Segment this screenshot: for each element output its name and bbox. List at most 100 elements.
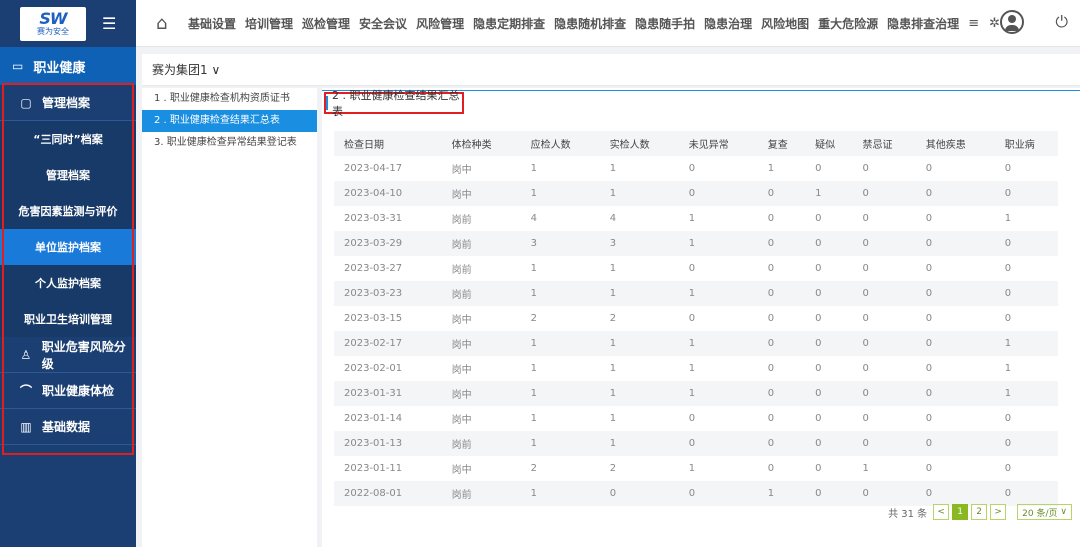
table-cell: 1 (688, 463, 696, 474)
table-cell: 1 (609, 188, 617, 199)
table-row[interactable]: 2023-03-23 岗前 1 1 1 0 0 0 0 0 (334, 281, 1058, 306)
nav-item-inspection[interactable]: 巡检管理 (302, 15, 350, 32)
table-cell: 0 (1004, 263, 1012, 274)
page-button-1[interactable]: 1 (952, 504, 969, 520)
table-cell: 0 (767, 263, 775, 274)
table-row[interactable]: 2023-04-17 岗中 1 1 0 1 0 0 0 0 (334, 156, 1058, 181)
col-header[interactable]: 其他疾患 (916, 131, 995, 156)
sidebar-item-management-archive[interactable]: 管理档案 (0, 157, 136, 193)
sidebar-group-archive[interactable]: ▢ 管理档案 (0, 85, 136, 121)
table-cell: 岗前 (451, 490, 472, 501)
more-icon[interactable]: ≡ (968, 16, 979, 31)
col-header[interactable]: 未见异常 (679, 131, 758, 156)
sidebar-title[interactable]: ▭ 职业健康 (0, 47, 136, 85)
table-cell: 0 (1004, 163, 1012, 174)
table-cell: 0 (815, 313, 822, 324)
nav-item-periodic-check[interactable]: 隐患定期排查 (473, 15, 545, 32)
nav-item-major-hazard[interactable]: 重大危险源 (818, 15, 878, 32)
table-row[interactable]: 2023-02-01 岗中 1 1 1 0 0 0 0 1 (334, 356, 1058, 381)
sidebar-group-base-data[interactable]: ▥ 基础数据 (0, 409, 136, 445)
table-cell: 1 (688, 388, 696, 399)
nav-item-safety-meeting[interactable]: 安全会议 (359, 15, 407, 32)
sidebar-item-label: 危害因素监测与评价 (18, 205, 118, 218)
table-row[interactable]: 2023-03-29 岗前 3 3 1 0 0 0 0 0 (334, 231, 1058, 256)
table-cell: 1 (609, 263, 617, 274)
sidebar-item-training[interactable]: 职业卫生培训管理 (0, 301, 136, 337)
report-item-abnormal[interactable]: 3. 职业健康检查异常结果登记表 (142, 132, 317, 154)
table-row[interactable]: 2022-08-01 岗前 1 0 0 1 0 0 0 0 (334, 481, 1058, 506)
table-row[interactable]: 2023-04-10 岗中 1 1 0 0 1 0 0 0 (334, 181, 1058, 206)
table-row[interactable]: 2023-03-27 岗前 1 1 0 0 0 0 0 0 (334, 256, 1058, 281)
gear-icon[interactable]: ✲ (989, 16, 1000, 31)
sidebar-item-label: 管理档案 (46, 169, 90, 182)
table-cell: 2023-01-13 (344, 438, 403, 449)
table-cell: 0 (815, 238, 822, 249)
table-cell: 0 (815, 163, 822, 174)
table-cell: 1 (530, 288, 538, 299)
sidebar-item-label: 个人监护档案 (35, 277, 101, 290)
sidebar-group-health-exam[interactable]: ⌒ 职业健康体检 (0, 373, 136, 409)
col-header[interactable]: 检查日期 (334, 131, 442, 156)
sidebar-item-hazard-monitoring[interactable]: 危害因素监测与评价 (0, 193, 136, 229)
report-item-summary[interactable]: 2 . 职业健康检查结果汇总表 (142, 110, 317, 132)
col-header[interactable]: 实检人数 (600, 131, 679, 156)
sidebar-item-unit-monitoring[interactable]: 单位监护档案 (0, 229, 136, 265)
logo[interactable]: SW 赛为安全 (20, 6, 86, 41)
home-icon[interactable]: ⌂ (156, 13, 180, 34)
sidebar-item-three-simultaneous[interactable]: “三同时”档案 (0, 121, 136, 157)
table-row[interactable]: 2023-02-17 岗中 1 1 1 0 0 0 0 1 (334, 331, 1058, 356)
nav-item-hazard-governance[interactable]: 隐患排查治理 (887, 15, 959, 32)
sidebar-group-risk-grading[interactable]: ♙ 职业危害风险分级 (0, 337, 136, 373)
nav-item-random-check[interactable]: 隐患随机排查 (554, 15, 626, 32)
nav-item-remediation[interactable]: 隐患治理 (704, 15, 752, 32)
sidebar-item-personal-monitoring[interactable]: 个人监护档案 (0, 265, 136, 301)
table-cell: 1 (530, 163, 538, 174)
table-cell: 1 (609, 413, 617, 424)
report-item-qualification[interactable]: 1 . 职业健康检查机构资质证书 (142, 88, 317, 110)
table-cell: 2023-03-29 (344, 238, 403, 249)
table-cell: 2022-08-01 (344, 488, 403, 499)
nav-item-risk[interactable]: 风险管理 (416, 15, 464, 32)
nav-item-snapshot[interactable]: 隐患随手拍 (635, 15, 695, 32)
table-cell: 1 (530, 188, 538, 199)
sidebar: SW 赛为安全 ☰ ▭ 职业健康 ▢ 管理档案 “三同时”档案 管理档案 危害因… (0, 0, 136, 547)
table-row[interactable]: 2023-01-13 岗前 1 1 0 0 0 0 0 0 (334, 431, 1058, 456)
sidebar-group-label: 管理档案 (42, 96, 91, 110)
nav-item-training[interactable]: 培训管理 (245, 15, 293, 32)
table-cell: 0 (767, 188, 775, 199)
table-cell: 岗前 (451, 215, 472, 226)
next-page-button[interactable]: > (990, 504, 1007, 520)
col-header[interactable]: 禁忌证 (853, 131, 916, 156)
table-cell: 2 (530, 463, 538, 474)
table-row[interactable]: 2023-03-31 岗前 4 4 1 0 0 0 0 1 (334, 206, 1058, 231)
table-cell: 0 (925, 263, 933, 274)
col-header[interactable]: 疑似 (805, 131, 852, 156)
page-button-2[interactable]: 2 (971, 504, 988, 520)
user-icon[interactable] (1000, 10, 1024, 34)
table-row[interactable]: 2023-03-15 岗中 2 2 0 0 0 0 0 0 (334, 306, 1058, 331)
power-icon[interactable]: ⏻ (1055, 12, 1068, 32)
page-size-select[interactable]: 20 条/页 ∨ (1017, 504, 1072, 520)
table-cell: 0 (767, 238, 775, 249)
col-header[interactable]: 复查 (758, 131, 805, 156)
table-cell: 1 (1004, 388, 1012, 399)
nav-item-risk-map[interactable]: 风险地图 (761, 15, 809, 32)
table-cell: 0 (815, 388, 822, 399)
table-cell: 0 (862, 163, 869, 174)
table-row[interactable]: 2023-01-11 岗中 2 2 1 0 0 1 0 0 (334, 456, 1058, 481)
col-header[interactable]: 体检种类 (442, 131, 521, 156)
table-cell: 1 (530, 363, 538, 374)
col-header[interactable]: 应检人数 (521, 131, 600, 156)
org-select[interactable]: 赛为集团1 ∨ (152, 61, 220, 78)
prev-page-button[interactable]: < (933, 504, 950, 520)
table-cell: 1 (1004, 338, 1012, 349)
table-cell: 岗中 (451, 315, 472, 326)
table-cell: 0 (862, 288, 869, 299)
menu-icon[interactable]: ☰ (102, 15, 116, 32)
table-cell: 岗中 (451, 340, 472, 351)
table-row[interactable]: 2023-01-31 岗中 1 1 1 0 0 0 0 1 (334, 381, 1058, 406)
table-cell: 0 (815, 413, 822, 424)
nav-item-basic-settings[interactable]: 基础设置 (188, 15, 236, 32)
table-row[interactable]: 2023-01-14 岗中 1 1 0 0 0 0 0 0 (334, 406, 1058, 431)
col-header[interactable]: 职业病 (995, 131, 1058, 156)
